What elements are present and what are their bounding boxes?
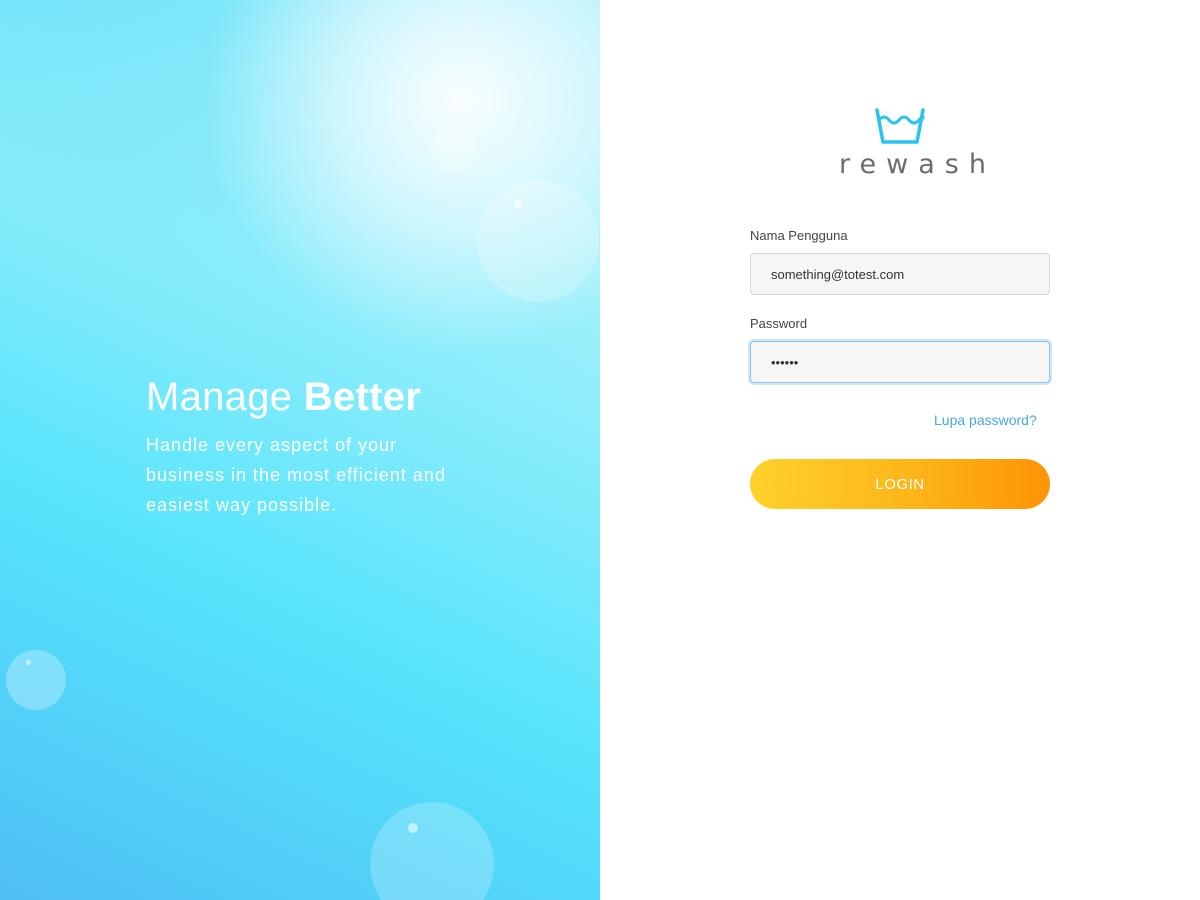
login-form-panel: rewash Nama Pengguna Password Lupa passw…: [600, 0, 1200, 900]
username-label: Nama Pengguna: [750, 228, 848, 243]
hero-subtitle: Handle every aspect of your business in …: [146, 435, 446, 515]
username-input[interactable]: [750, 253, 1050, 295]
decorative-bubble: [370, 802, 494, 900]
brand-logo: rewash: [829, 106, 996, 180]
hero-title-regular: Manage: [146, 375, 304, 419]
password-label: Password: [750, 316, 808, 331]
hero-title: Manage Better: [146, 372, 486, 422]
login-button[interactable]: LOGIN: [750, 459, 1050, 509]
brand-name: rewash: [839, 149, 996, 180]
wash-basin-icon: [875, 108, 925, 144]
login-page: Manage Better Handle every aspect of you…: [0, 0, 1200, 900]
password-input[interactable]: [750, 341, 1050, 383]
decorative-bubble: [6, 650, 66, 710]
hero-text: Manage Better Handle every aspect of you…: [146, 372, 486, 520]
forgot-password-link[interactable]: Lupa password?: [934, 412, 1037, 428]
hero-title-bold: Better: [303, 375, 422, 419]
hero-panel: Manage Better Handle every aspect of you…: [0, 0, 600, 900]
decorative-bubble: [477, 180, 599, 302]
decorative-bubble: [431, 128, 477, 174]
